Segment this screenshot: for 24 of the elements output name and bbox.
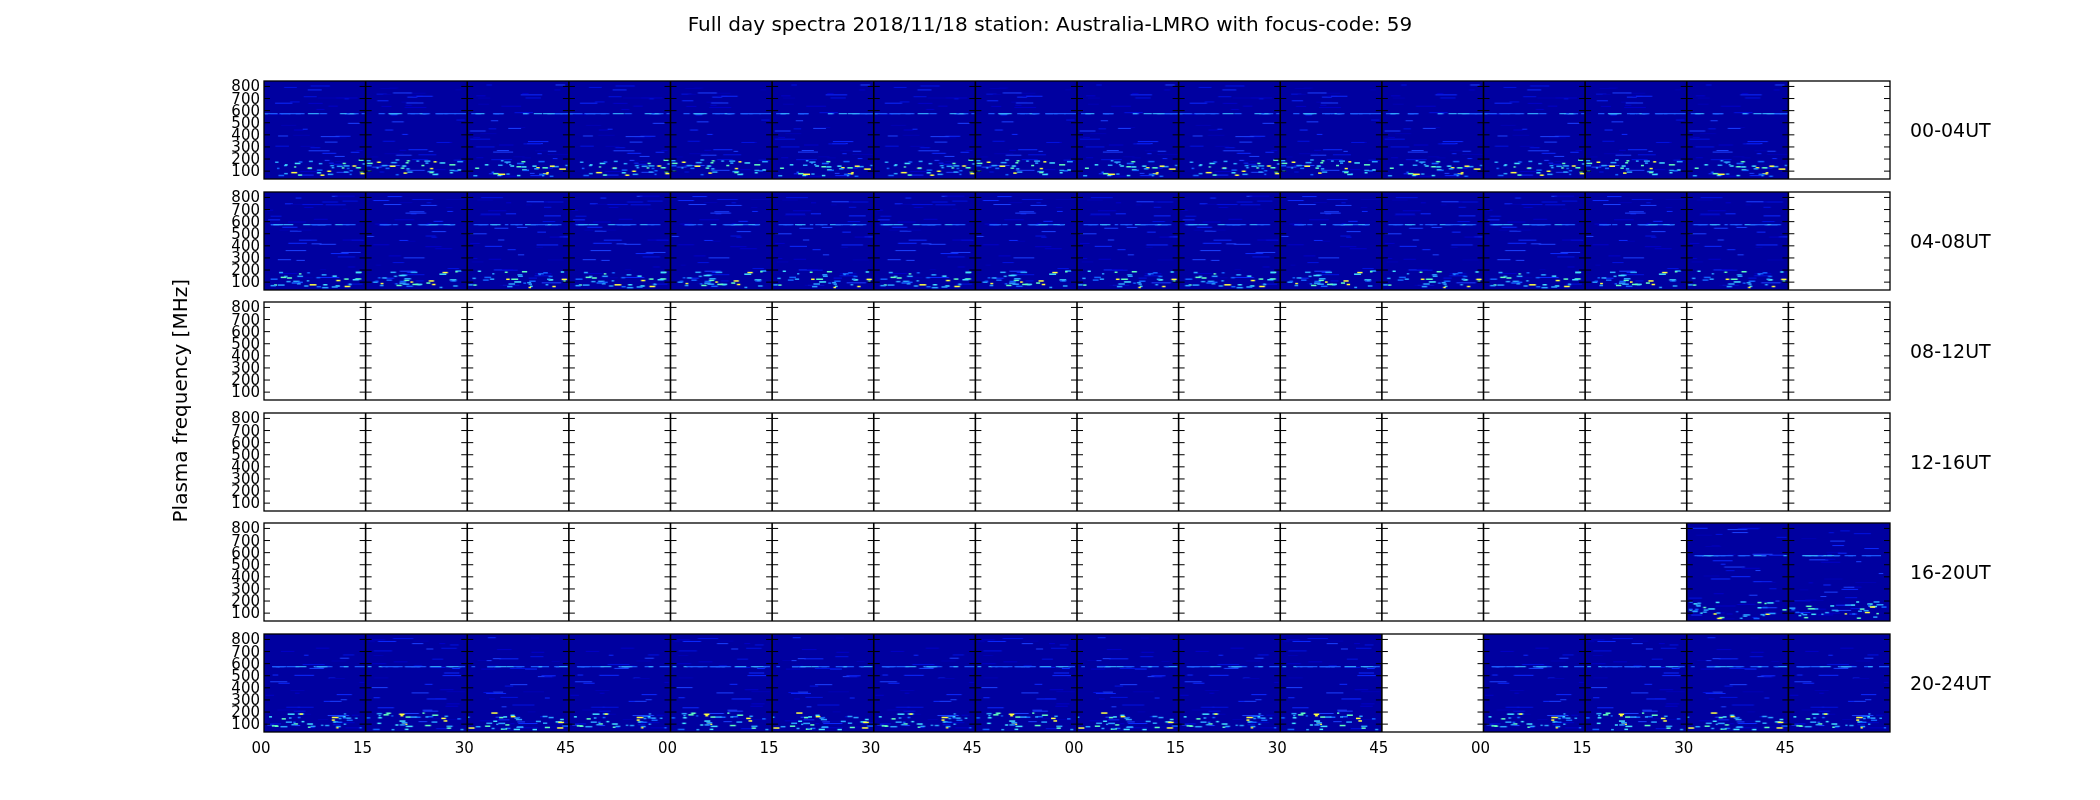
axis-tick-label: 30 (1267, 738, 1287, 757)
axis-tick-label: 30 (454, 738, 474, 757)
time-range-label: 08-12UT (1910, 340, 1991, 363)
y-axis-label: Plasma frequency [MHz] (168, 278, 192, 523)
axis-tick-label: 45 (556, 738, 576, 757)
time-range-label: 20-24UT (1910, 671, 1991, 694)
axis-tick-label: 15 (1572, 738, 1592, 757)
axis-tick-label: 45 (1369, 738, 1389, 757)
axis-tick-label: 00 (1470, 738, 1491, 757)
axis-tick-label: 45 (962, 738, 982, 757)
axis-tick-label: 00 (251, 738, 271, 757)
time-range-label: 04-08UT (1910, 229, 1991, 252)
axis-tick-label: 00 (1064, 738, 1084, 757)
time-range-label: 12-16UT (1910, 450, 1991, 473)
axis-tick-label: 30 (1674, 738, 1694, 757)
chart-title: Full day spectra 2018/11/18 station: Australia-LMRO with focus-code: 59 (686, 11, 1414, 36)
time-range-label: 00-04UT (1910, 119, 1991, 141)
axis-tick-label: 45 (1775, 738, 1795, 757)
axis-tick-label: 00 (657, 738, 678, 757)
axis-tick-label: 30 (861, 738, 881, 757)
time-range-label: 16-20UT (1910, 561, 1991, 584)
axis-tick-label: 15 (1166, 738, 1186, 757)
axis-tick-label: 15 (759, 738, 779, 757)
axis-tick-label: 15 (353, 738, 373, 757)
